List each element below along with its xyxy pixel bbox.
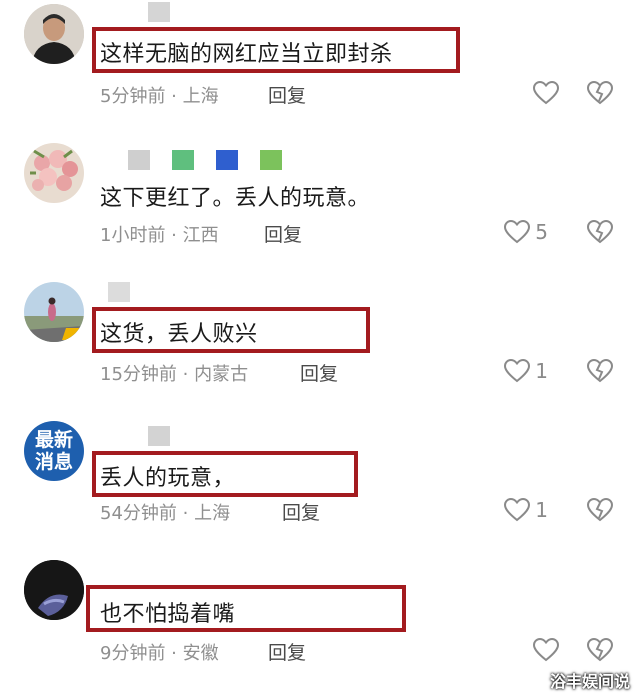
like-count: 1 — [535, 359, 548, 383]
reply-button[interactable]: 回复 — [268, 81, 306, 108]
comment-location: 安徽 — [182, 643, 219, 664]
comment-location: 江西 — [182, 225, 219, 246]
avatar-text: 最新 消息 — [34, 429, 73, 473]
comment-text: 这货，丢人败兴 — [100, 322, 258, 347]
meta-separator: · — [176, 364, 195, 385]
like-count: 1 — [535, 498, 548, 522]
comment-time: 5分钟前 — [100, 86, 166, 107]
watermark: 浴丰娱间说 — [549, 672, 630, 691]
comment-item-2: 这下更红了。丢人的玩意。 1小时前 · 江西 回复 5 — [0, 139, 640, 278]
comment-time: 9分钟前 — [100, 643, 166, 664]
like-button[interactable] — [532, 637, 560, 663]
meta-separator: · — [165, 643, 183, 664]
broken-heart-icon — [586, 219, 614, 245]
heart-outline-icon — [532, 637, 560, 663]
like-button[interactable] — [532, 80, 560, 106]
comment-location: 上海 — [194, 503, 231, 524]
comment-meta: 15分钟前 · 内蒙古 — [100, 360, 248, 386]
like-button[interactable]: 1 — [503, 358, 548, 384]
avatar[interactable] — [24, 4, 84, 64]
dislike-button[interactable] — [586, 497, 614, 523]
comment-location: 上海 — [182, 86, 219, 107]
like-count: 5 — [535, 220, 548, 244]
heart-outline-icon — [503, 497, 531, 523]
comment-item-5: 也不怕捣着嘴 9分钟前 · 安徽 回复 — [0, 556, 640, 695]
comment-location: 内蒙古 — [194, 364, 249, 385]
comment-time: 54分钟前 — [100, 503, 177, 524]
like-button[interactable]: 1 — [503, 497, 548, 523]
broken-heart-icon — [586, 358, 614, 384]
reply-button[interactable]: 回复 — [264, 220, 302, 247]
like-button[interactable]: 5 — [503, 219, 548, 245]
meta-separator: · — [165, 225, 183, 246]
dislike-button[interactable] — [586, 80, 614, 106]
comment-item-1: 这样无脑的网红应当立即封杀 5分钟前 · 上海 回复 — [0, 0, 640, 139]
comment-item-3: 这货，丢人败兴 15分钟前 · 内蒙古 回复 1 — [0, 278, 640, 417]
broken-heart-icon — [586, 497, 614, 523]
comment-time: 15分钟前 — [100, 364, 177, 385]
heart-outline-icon — [503, 358, 531, 384]
comment-meta: 54分钟前 · 上海 — [100, 499, 230, 525]
comment-meta: 9分钟前 · 安徽 — [100, 639, 219, 665]
reply-button[interactable]: 回复 — [268, 638, 306, 665]
heart-outline-icon — [532, 80, 560, 106]
avatar[interactable] — [24, 560, 84, 620]
comment-text: 也不怕捣着嘴 — [100, 602, 236, 627]
meta-separator: · — [165, 86, 183, 107]
comment-time: 1小时前 — [100, 225, 166, 246]
comment-text: 这样无脑的网红应当立即封杀 — [100, 42, 393, 67]
heart-outline-icon — [503, 219, 531, 245]
avatar[interactable] — [24, 143, 84, 203]
comment-meta: 5分钟前 · 上海 — [100, 82, 219, 108]
dislike-button[interactable] — [586, 637, 614, 663]
reply-button[interactable]: 回复 — [300, 359, 338, 386]
meta-separator: · — [176, 503, 195, 524]
broken-heart-icon — [586, 80, 614, 106]
avatar[interactable] — [24, 282, 84, 342]
reply-button[interactable]: 回复 — [282, 498, 320, 525]
comment-text: 丢人的玩意， — [100, 466, 236, 491]
comment-item-4: 最新 消息 丢人的玩意， 54分钟前 · 上海 回复 1 — [0, 417, 640, 556]
comment-meta: 1小时前 · 江西 — [100, 221, 219, 247]
avatar[interactable]: 最新 消息 — [24, 421, 84, 481]
broken-heart-icon — [586, 637, 614, 663]
dislike-button[interactable] — [586, 219, 614, 245]
comment-text: 这下更红了。丢人的玩意。 — [100, 186, 371, 211]
dislike-button[interactable] — [586, 358, 614, 384]
